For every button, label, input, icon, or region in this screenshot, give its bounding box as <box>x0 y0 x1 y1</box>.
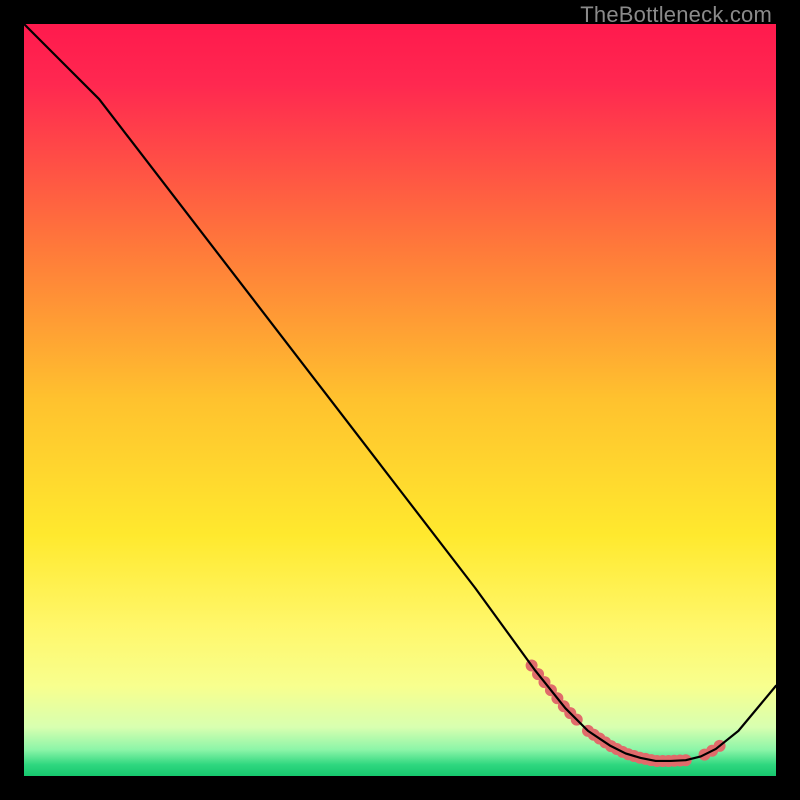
chart-frame <box>24 24 776 776</box>
gradient-background <box>24 24 776 776</box>
chart-svg <box>24 24 776 776</box>
watermark-text: TheBottleneck.com <box>580 2 772 28</box>
